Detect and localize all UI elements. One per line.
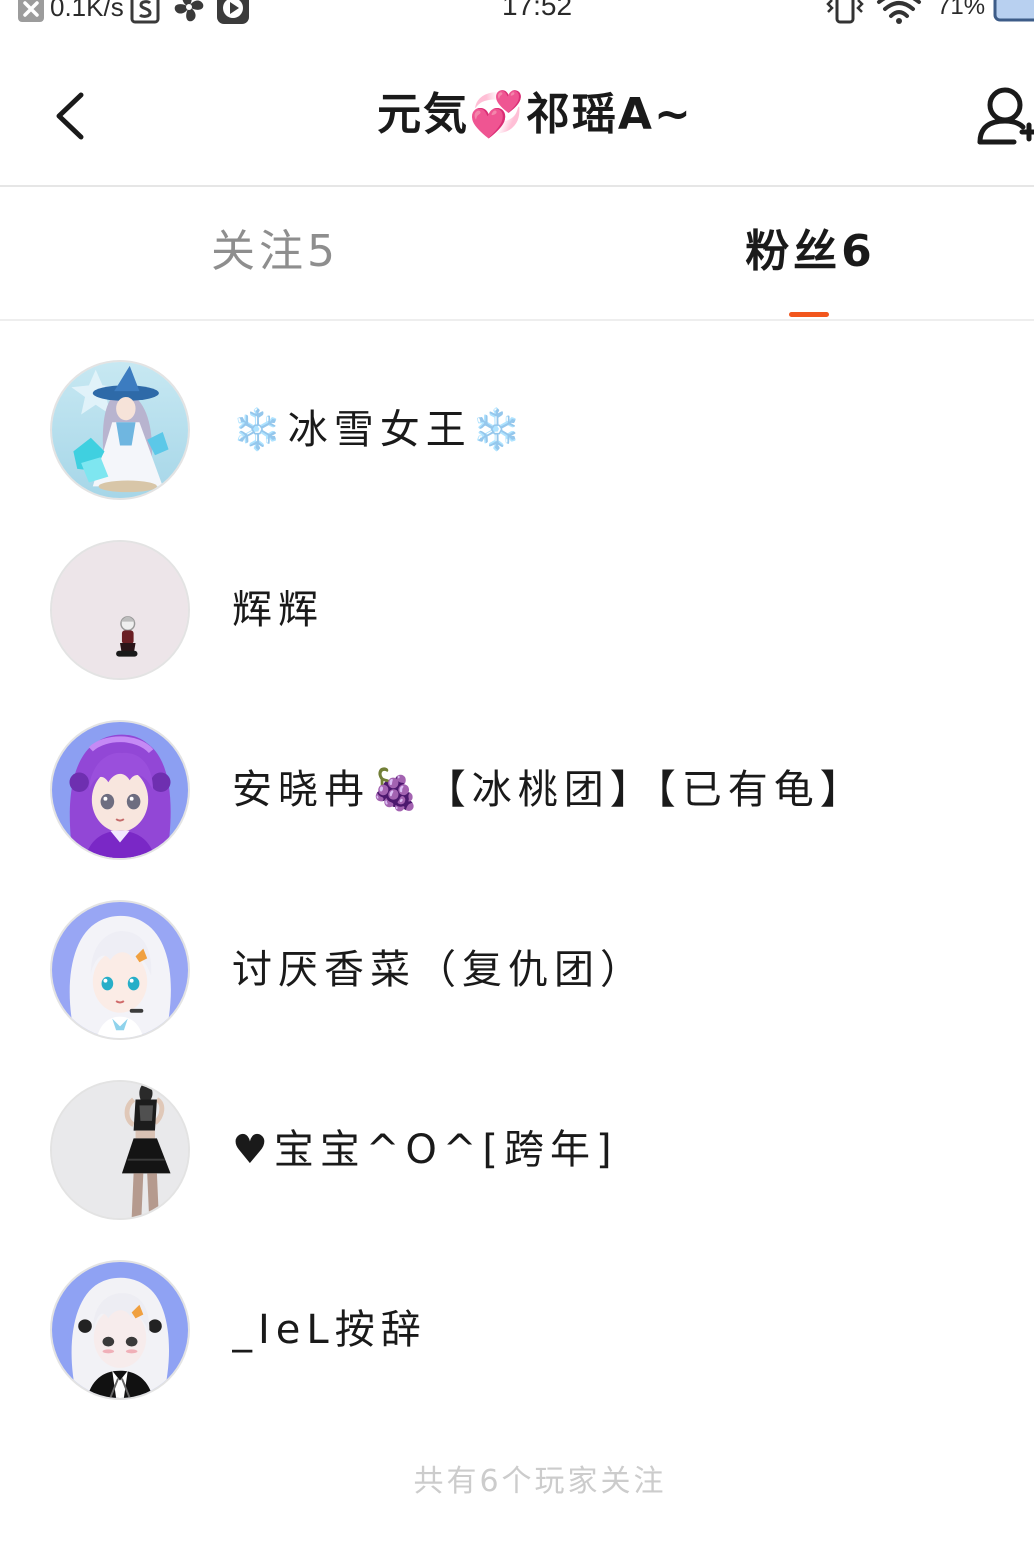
notification-dismiss-icon [18,0,44,22]
tab-label-wrap: 关注5 [211,222,339,282]
screenshot-icon [130,0,160,24]
tab-bar: 关注5 粉丝6 [0,187,1034,319]
add-friend-button[interactable] [972,84,1034,148]
battery-level: 71% [937,0,986,20]
avatar[interactable] [50,360,190,500]
battery-icon [993,0,1034,24]
follower-item[interactable]: ♥宝宝^O^[跨年] [0,1060,1034,1240]
header: 元気💞祁瑶A~ [0,26,1034,186]
wifi-icon [876,0,922,24]
clock: 17:52 [502,0,573,21]
avatar[interactable] [50,720,190,860]
tab-following[interactable]: 关注5 [0,187,517,319]
vibrate-icon [825,0,865,24]
follower-name: 讨厌香菜（复仇团） [232,947,646,993]
follower-item[interactable]: 讨厌香菜（复仇团） [0,880,1034,1060]
avatar[interactable] [50,900,190,1040]
tab-label-wrap: 粉丝6 [745,222,876,317]
follower-item[interactable]: 辉辉 [0,520,1034,700]
tabs-divider [0,319,1034,321]
follower-name: ♥宝宝^O^[跨年] [232,1127,618,1173]
follower-item[interactable]: 安晓冉🍇【冰桃团】【已有龟】 [0,700,1034,880]
follower-name: _IeL按辞 [232,1307,427,1353]
follower-count-summary: 共有6个玩家关注 [413,1464,667,1499]
page-title: 元気💞祁瑶A~ [377,89,693,140]
status-bar: 0.1K/s 17:52 71% [0,0,1034,26]
active-tab-indicator [788,312,829,317]
pinwheel-icon [172,0,206,24]
play-icon [217,0,249,24]
follower-name: 安晓冉🍇【冰桃团】【已有龟】 [232,767,866,813]
avatar[interactable] [50,540,190,680]
tab-label: 粉丝6 [745,226,876,277]
follower-list: ❄️冰雪女王❄️ 辉辉 安晓冉🍇【冰桃团】【已有龟】 讨厌香菜（复仇团） ♥宝宝… [0,340,1034,1420]
network-speed: 0.1K/s [50,0,124,22]
tab-label: 关注5 [211,226,339,277]
follower-name: ❄️冰雪女王❄️ [232,407,528,453]
tab-fans[interactable]: 粉丝6 [517,187,1034,319]
avatar[interactable] [50,1260,190,1400]
follower-item[interactable]: ❄️冰雪女王❄️ [0,340,1034,520]
add-user-icon [972,84,1034,148]
avatar[interactable] [50,1080,190,1220]
follower-item[interactable]: _IeL按辞 [0,1240,1034,1420]
follower-name: 辉辉 [232,587,324,633]
